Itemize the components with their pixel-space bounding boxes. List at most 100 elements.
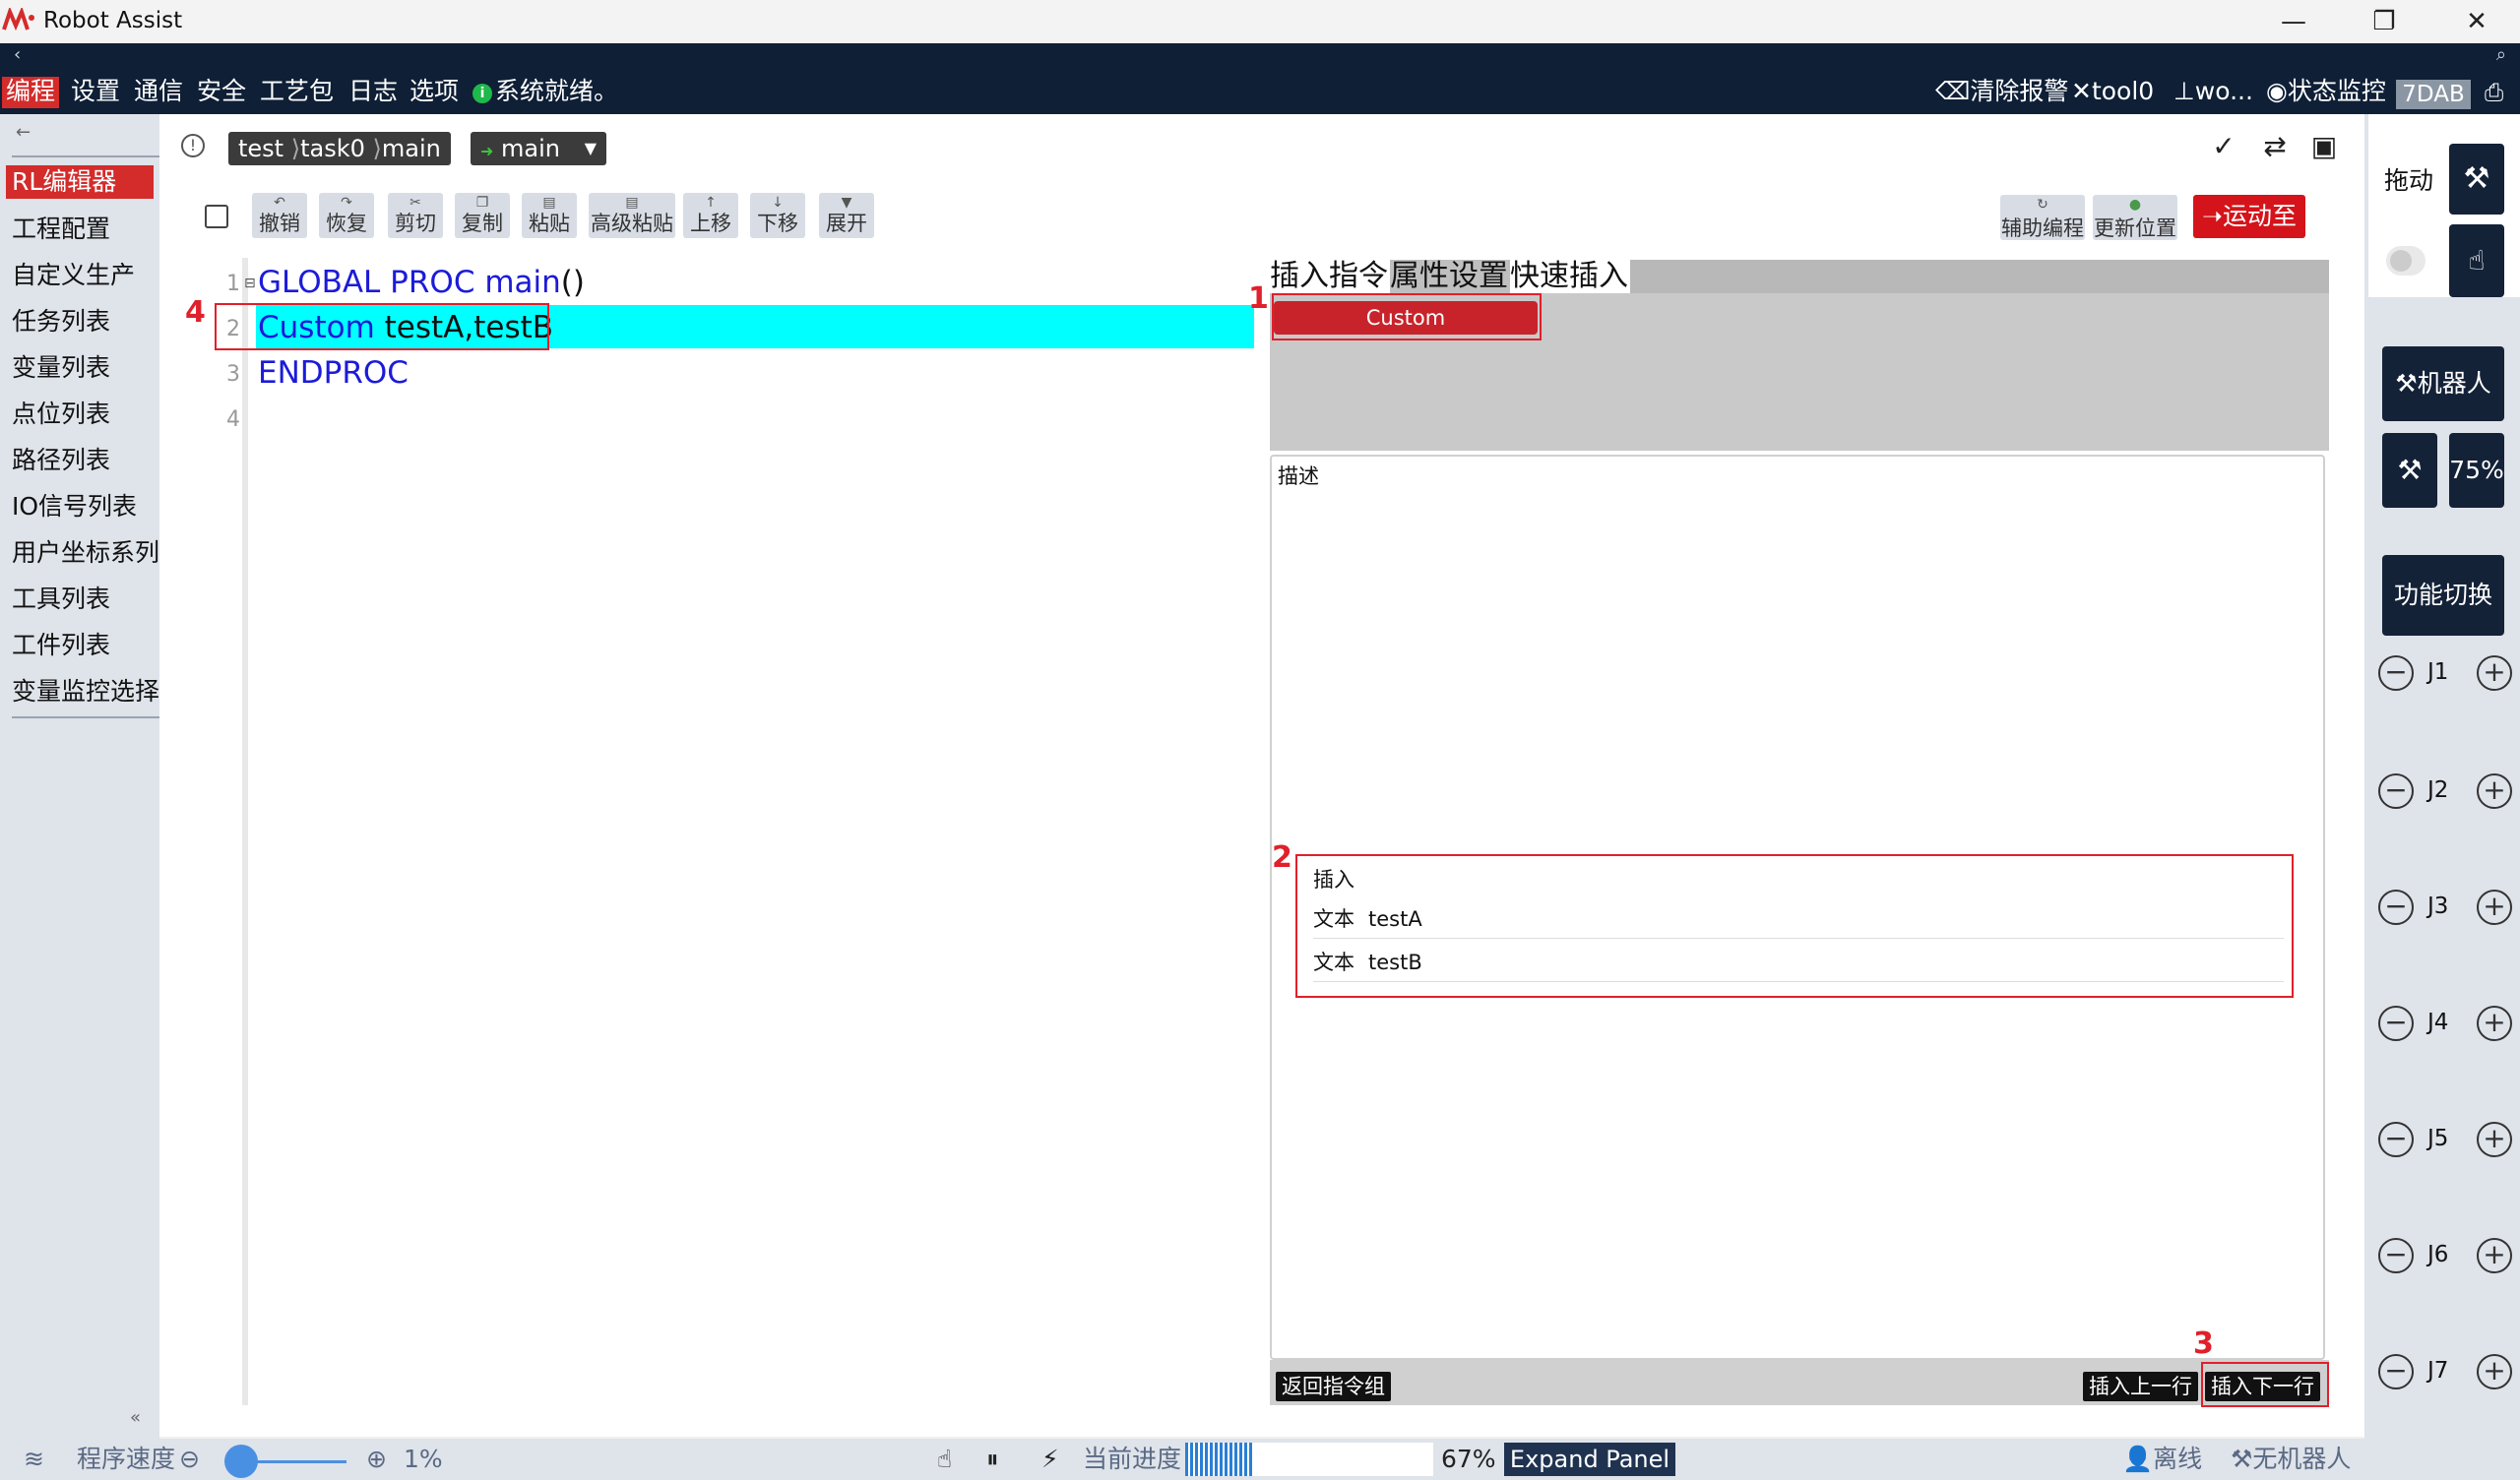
sidebar-item-task-list[interactable]: 任务列表 <box>12 305 110 339</box>
advanced-paste-button[interactable]: ▤ 高级粘贴 <box>589 193 675 238</box>
line-number: 4 <box>226 407 240 432</box>
jog-plus-button[interactable]: + <box>2477 655 2512 691</box>
jog-minus-button[interactable]: − <box>2378 773 2414 809</box>
close-icon[interactable]: ✕ <box>2449 4 2504 39</box>
annotation-number-3: 3 <box>2193 1326 2214 1361</box>
info-icon[interactable]: ! <box>181 134 205 157</box>
jog-minus-button[interactable]: − <box>2378 890 2414 925</box>
back-to-group-button[interactable]: 返回指令组 <box>1276 1372 1391 1401</box>
window-icon[interactable]: ▣ <box>2307 130 2341 163</box>
pointer-icon[interactable]: ☝ <box>937 1445 952 1474</box>
breadcrumb-module[interactable]: main <box>382 135 441 162</box>
jog-plus-button[interactable]: + <box>2477 1238 2512 1273</box>
menu-settings[interactable]: 设置 <box>71 77 120 108</box>
robot-mode-button[interactable]: ⚒ <box>2382 433 2437 508</box>
save-icon[interactable] <box>205 205 228 228</box>
status-monitor-button[interactable]: ◉状态监控 <box>2266 77 2386 106</box>
sidebar-item-custom-production[interactable]: 自定义生产 <box>12 259 135 292</box>
tab-insert-instruction[interactable]: 插入指令 <box>1270 260 1390 293</box>
sidebar-item-variable-list[interactable]: 变量列表 <box>12 351 110 385</box>
sidebar-divider <box>12 716 159 718</box>
pause-icon[interactable]: ⏸ <box>986 1445 999 1474</box>
breadcrumb[interactable]: test ⟩task0 ⟩main <box>228 132 451 165</box>
swap-icon[interactable]: ⇄ <box>2258 130 2292 163</box>
eye-icon: ◉ <box>2266 77 2288 105</box>
drag-robot-button[interactable]: ⚒ <box>2449 144 2504 215</box>
move-to-button[interactable]: ➝运动至 <box>2193 195 2305 238</box>
paste-button[interactable]: ▤ 粘贴 <box>522 193 577 238</box>
fold-icon[interactable]: ⊟ <box>244 276 256 291</box>
sidebar-item-point-list[interactable]: 点位列表 <box>12 398 110 431</box>
menu-log[interactable]: 日志 <box>348 77 398 108</box>
hand-guide-button[interactable]: ☝ <box>2449 224 2504 297</box>
assist-programming-button[interactable]: ↻ 辅助编程 <box>2000 195 2085 240</box>
clear-alarm-button[interactable]: ⌫清除报警 <box>1935 77 2068 106</box>
robot-button[interactable]: ⚒机器人 <box>2382 346 2504 421</box>
breadcrumb-task[interactable]: task0 <box>300 135 365 162</box>
jog-j2: − J2 + <box>2372 771 2518 811</box>
copy-button[interactable]: ❐ 复制 <box>455 193 510 238</box>
speed-increase-icon[interactable]: ⊕ <box>366 1445 387 1474</box>
app-logo-icon <box>2 8 34 31</box>
lock-icon[interactable]: ⎙ <box>2485 79 2503 106</box>
insert-above-button[interactable]: 插入上一行 <box>2083 1372 2198 1401</box>
app-title: Robot Assist <box>43 8 183 33</box>
drag-toggle[interactable] <box>2386 246 2426 276</box>
sidebar-item-workpiece-list[interactable]: 工件列表 <box>12 629 110 662</box>
search-icon[interactable]: ⌕ <box>2496 44 2506 65</box>
jog-plus-button[interactable]: + <box>2477 890 2512 925</box>
minimize-icon[interactable]: — <box>2266 4 2321 39</box>
sidebar-item-variable-monitor[interactable]: 变量监控选择 <box>12 675 159 709</box>
tab-quick-insert[interactable]: 快速插入 <box>1510 260 1630 293</box>
function-switch-button[interactable]: 功能切换 <box>2382 555 2504 636</box>
collapse-arrows-icon[interactable]: « <box>130 1407 141 1428</box>
speed-button[interactable]: 75% <box>2449 433 2504 508</box>
step-icon[interactable]: ⚡ <box>1041 1445 1059 1474</box>
jog-plus-button[interactable]: + <box>2477 1122 2512 1157</box>
sidebar-item-path-list[interactable]: 路径列表 <box>12 444 110 477</box>
jog-minus-button[interactable]: − <box>2378 1354 2414 1389</box>
redo-button[interactable]: ↷ 恢复 <box>319 193 374 238</box>
tab-property-settings[interactable]: 属性设置 <box>1390 260 1510 293</box>
move-up-button[interactable]: ↑ 上移 <box>683 193 738 238</box>
sidebar-item-rl-editor[interactable]: RL编辑器 <box>6 165 154 199</box>
speed-slider-knob[interactable] <box>224 1445 258 1478</box>
back-icon[interactable]: ‹ <box>14 44 21 65</box>
speed-decrease-icon[interactable]: ⊖ <box>179 1445 200 1474</box>
jog-plus-button[interactable]: + <box>2477 1006 2512 1041</box>
proc-dropdown[interactable]: ➜ main ▼ <box>471 132 606 165</box>
sidebar-item-project-config[interactable]: 工程配置 <box>12 213 110 246</box>
menu-process-package[interactable]: 工艺包 <box>260 77 334 108</box>
menu-communication[interactable]: 通信 <box>134 77 183 108</box>
breadcrumb-project[interactable]: test <box>238 135 284 162</box>
cut-button[interactable]: ✂ 剪切 <box>388 193 443 238</box>
progress-fill <box>1185 1443 1252 1476</box>
wobj-selector[interactable]: ⊥wo... <box>2174 77 2253 106</box>
check-icon[interactable]: ✓ <box>2207 130 2240 163</box>
jog-minus-button[interactable]: − <box>2378 655 2414 691</box>
jog-plus-button[interactable]: + <box>2477 1354 2512 1389</box>
arrow-right-icon: ➝ <box>2202 202 2223 230</box>
sidebar-item-tool-list[interactable]: 工具列表 <box>12 583 110 616</box>
update-position-button[interactable]: ● 更新位置 <box>2093 195 2177 240</box>
jog-minus-button[interactable]: − <box>2378 1238 2414 1273</box>
tool-selector[interactable]: ✕tool0 <box>2071 77 2154 106</box>
expand-panel-button[interactable]: Expand Panel <box>1504 1443 1675 1476</box>
sidebar-item-io-signal-list[interactable]: IO信号列表 <box>12 490 137 524</box>
jog-minus-button[interactable]: − <box>2378 1006 2414 1041</box>
undo-button[interactable]: ↶ 撤销 <box>252 193 307 238</box>
jog-minus-button[interactable]: − <box>2378 1122 2414 1157</box>
collapse-sidebar-icon[interactable]: ← <box>16 122 31 143</box>
menu-options[interactable]: 选项 <box>410 77 459 108</box>
code-line-1[interactable]: GLOBAL PROC main() <box>258 262 585 303</box>
menu-programming[interactable]: 编程 <box>2 77 60 108</box>
code-line-3[interactable]: ENDPROC <box>258 352 409 394</box>
jog-plus-button[interactable]: + <box>2477 773 2512 809</box>
restore-icon[interactable]: ❐ <box>2357 4 2412 39</box>
menu-safety[interactable]: 安全 <box>197 77 246 108</box>
jog-j7: − J7 + <box>2372 1352 2518 1391</box>
nav-bar: ‹ ⌕ <box>0 43 2520 69</box>
expand-button[interactable]: ▼ 展开 <box>819 193 874 238</box>
sidebar-item-user-frame[interactable]: 用户坐标系列 <box>12 536 159 570</box>
move-down-button[interactable]: ↓ 下移 <box>750 193 805 238</box>
